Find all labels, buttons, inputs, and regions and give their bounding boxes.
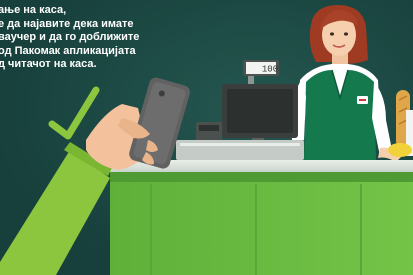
banana — [388, 143, 412, 157]
checkout-counter — [110, 160, 413, 275]
instruction-line-5: д читачот на каса. — [0, 58, 97, 71]
counter-front — [110, 182, 413, 275]
instruction-text: ање на каса, е да најавите дека имате ва… — [0, 4, 208, 72]
instruction-line-3: ваучер и да го доближите — [0, 31, 140, 44]
register-display-value: 100 — [262, 65, 278, 75]
counter-edge — [110, 172, 413, 182]
instruction-line-1: ање на каса, — [0, 4, 67, 16]
instruction-line-4: од Пакомак апликацијата — [0, 44, 136, 57]
checkout-scene: 100 ање на каса, е да најавите дека имат… — [0, 0, 413, 275]
instruction-line-2: е да најавите дека имате — [0, 17, 134, 30]
